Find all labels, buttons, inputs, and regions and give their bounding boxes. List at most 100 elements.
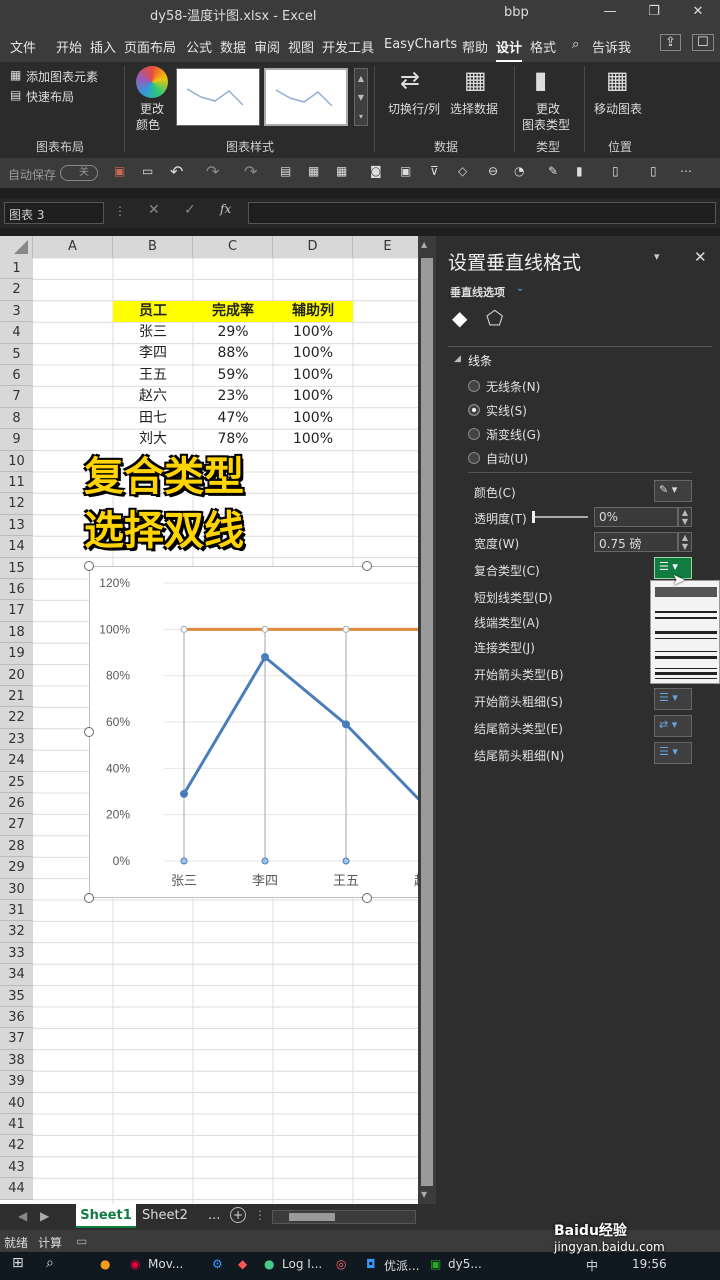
- h-scroll-thumb[interactable]: [289, 1213, 335, 1221]
- row-header[interactable]: 27: [0, 814, 33, 836]
- fill-line-icon[interactable]: ◆: [452, 306, 467, 330]
- tab-formulas[interactable]: 公式: [186, 37, 212, 56]
- resize-handle[interactable]: [84, 561, 94, 571]
- y-tick-label[interactable]: 40%: [106, 761, 130, 775]
- form-icon[interactable]: ▣: [400, 164, 411, 178]
- table-cell[interactable]: 李四: [113, 343, 193, 364]
- compound-option-single[interactable]: [655, 587, 717, 597]
- row-header[interactable]: 20: [0, 664, 33, 686]
- filter-icon[interactable]: ⊽: [430, 164, 439, 178]
- chart-icon[interactable]: ▮: [576, 164, 583, 178]
- excel-icon[interactable]: ▣: [430, 1257, 441, 1271]
- width-input[interactable]: 0.75 磅: [594, 532, 678, 552]
- app-icon[interactable]: ◎: [336, 1257, 346, 1271]
- name-box[interactable]: 图表 3: [4, 202, 104, 224]
- data-point[interactable]: [261, 653, 269, 662]
- prev-sheet-icon[interactable]: ◀: [18, 1209, 27, 1223]
- row-header[interactable]: 19: [0, 643, 33, 665]
- baseline-point[interactable]: [180, 857, 188, 865]
- row-header[interactable]: 39: [0, 1071, 33, 1093]
- windows-start-icon[interactable]: ⊞: [12, 1255, 24, 1271]
- row-header[interactable]: 38: [0, 1049, 33, 1072]
- confirm-icon[interactable]: ✓: [184, 202, 196, 218]
- line-icon[interactable]: ⊖: [488, 164, 498, 178]
- row-header[interactable]: 42: [0, 1135, 33, 1157]
- end-arrow-type-dropdown[interactable]: ⇄ ▾: [654, 715, 692, 737]
- tab-help[interactable]: 帮助: [462, 37, 488, 56]
- scroll-thumb[interactable]: [421, 258, 433, 1186]
- table-cell[interactable]: 29%: [193, 322, 273, 343]
- row-header[interactable]: 18: [0, 621, 33, 644]
- section-line[interactable]: 线条: [468, 352, 492, 369]
- tab-page-layout[interactable]: 页面布局: [124, 37, 176, 56]
- chart-style-thumb-2[interactable]: [264, 68, 348, 126]
- radio-gradient-line[interactable]: [468, 428, 480, 440]
- border-icon[interactable]: ▦: [336, 164, 347, 178]
- macro-record-icon[interactable]: ▭: [76, 1234, 87, 1248]
- row-header[interactable]: 26: [0, 793, 33, 815]
- tab-easycharts[interactable]: EasyCharts: [384, 37, 457, 52]
- share-icon[interactable]: ⇪: [660, 34, 681, 51]
- column-header[interactable]: B: [113, 236, 193, 258]
- collapse-icon[interactable]: ◢: [454, 354, 461, 364]
- eraser-icon[interactable]: ◇: [458, 164, 467, 178]
- add-chart-element-button[interactable]: 添加图表元素: [26, 68, 98, 85]
- data-point[interactable]: [342, 625, 350, 633]
- row-header[interactable]: 43: [0, 1156, 33, 1179]
- row-header[interactable]: 33: [0, 942, 33, 965]
- radio-no-line-label[interactable]: 无线条(N): [486, 378, 540, 395]
- x-tick-label[interactable]: 李四: [252, 874, 278, 889]
- resize-handle[interactable]: [362, 561, 372, 571]
- end-arrow-size-dropdown[interactable]: ☰ ▾: [654, 742, 692, 764]
- restore-button[interactable]: ❐: [634, 4, 674, 24]
- row-header[interactable]: 35: [0, 985, 33, 1007]
- more-icon[interactable]: ▯: [650, 164, 657, 178]
- data-point[interactable]: [261, 625, 269, 633]
- baseline-point[interactable]: [261, 857, 269, 865]
- next-sheet-icon[interactable]: ▶: [40, 1209, 49, 1223]
- camera-icon[interactable]: ◙: [370, 164, 382, 178]
- autosave-toggle[interactable]: 关: [60, 165, 98, 181]
- close-button[interactable]: ✕: [678, 4, 718, 24]
- radio-auto[interactable]: [468, 452, 480, 464]
- column-header[interactable]: E: [353, 236, 423, 258]
- change-type-line2[interactable]: 图表类型: [522, 116, 570, 133]
- scroll-down-icon[interactable]: ▼: [421, 1190, 433, 1200]
- tab-insert[interactable]: 插入: [90, 37, 116, 56]
- table-header-cell[interactable]: 辅助列: [273, 301, 353, 322]
- search-icon[interactable]: ⌕: [46, 1255, 54, 1271]
- tab-file[interactable]: 文件: [10, 37, 36, 56]
- row-header[interactable]: 15: [0, 557, 33, 579]
- table-cell[interactable]: 100%: [273, 386, 353, 407]
- data-point[interactable]: [180, 625, 188, 633]
- screenshot-icon[interactable]: ▤: [280, 164, 291, 178]
- row-header[interactable]: 28: [0, 835, 33, 858]
- formula-input[interactable]: [248, 202, 716, 224]
- table-cell[interactable]: 田七: [113, 408, 193, 429]
- baseline-point[interactable]: [342, 857, 350, 865]
- slider-handle[interactable]: [532, 511, 535, 523]
- styles-scroll[interactable]: ▲ ▼ ▾: [354, 68, 368, 126]
- table-cell[interactable]: 47%: [193, 408, 273, 429]
- tab-home[interactable]: 开始: [56, 37, 82, 56]
- app-icon[interactable]: ◆: [238, 1257, 247, 1271]
- comment-icon[interactable]: ☐: [692, 34, 714, 51]
- tab-design[interactable]: 设计: [496, 37, 523, 62]
- align-icon[interactable]: ▯: [612, 164, 619, 178]
- row-header[interactable]: 6: [0, 365, 33, 387]
- cancel-icon[interactable]: ✕: [148, 202, 160, 218]
- sheet-tab-more[interactable]: ...: [208, 1208, 220, 1223]
- tab-data[interactable]: 数据: [220, 37, 246, 56]
- row-header[interactable]: 7: [0, 386, 33, 408]
- repeat-icon[interactable]: ↷: [244, 162, 257, 181]
- table-cell[interactable]: 张三: [113, 322, 193, 343]
- brush-icon[interactable]: ✎: [548, 164, 558, 178]
- vertical-scrollbar[interactable]: ▲ ▼: [418, 236, 436, 1204]
- taskbar-item[interactable]: Log I...: [282, 1257, 322, 1271]
- y-tick-label[interactable]: 80%: [106, 669, 130, 683]
- compound-option-double[interactable]: [655, 609, 717, 623]
- row-header[interactable]: 17: [0, 600, 33, 622]
- chart-style-thumb-1[interactable]: [176, 68, 260, 126]
- table-cell[interactable]: 赵六: [113, 386, 193, 407]
- table-cell[interactable]: 王五: [113, 365, 193, 386]
